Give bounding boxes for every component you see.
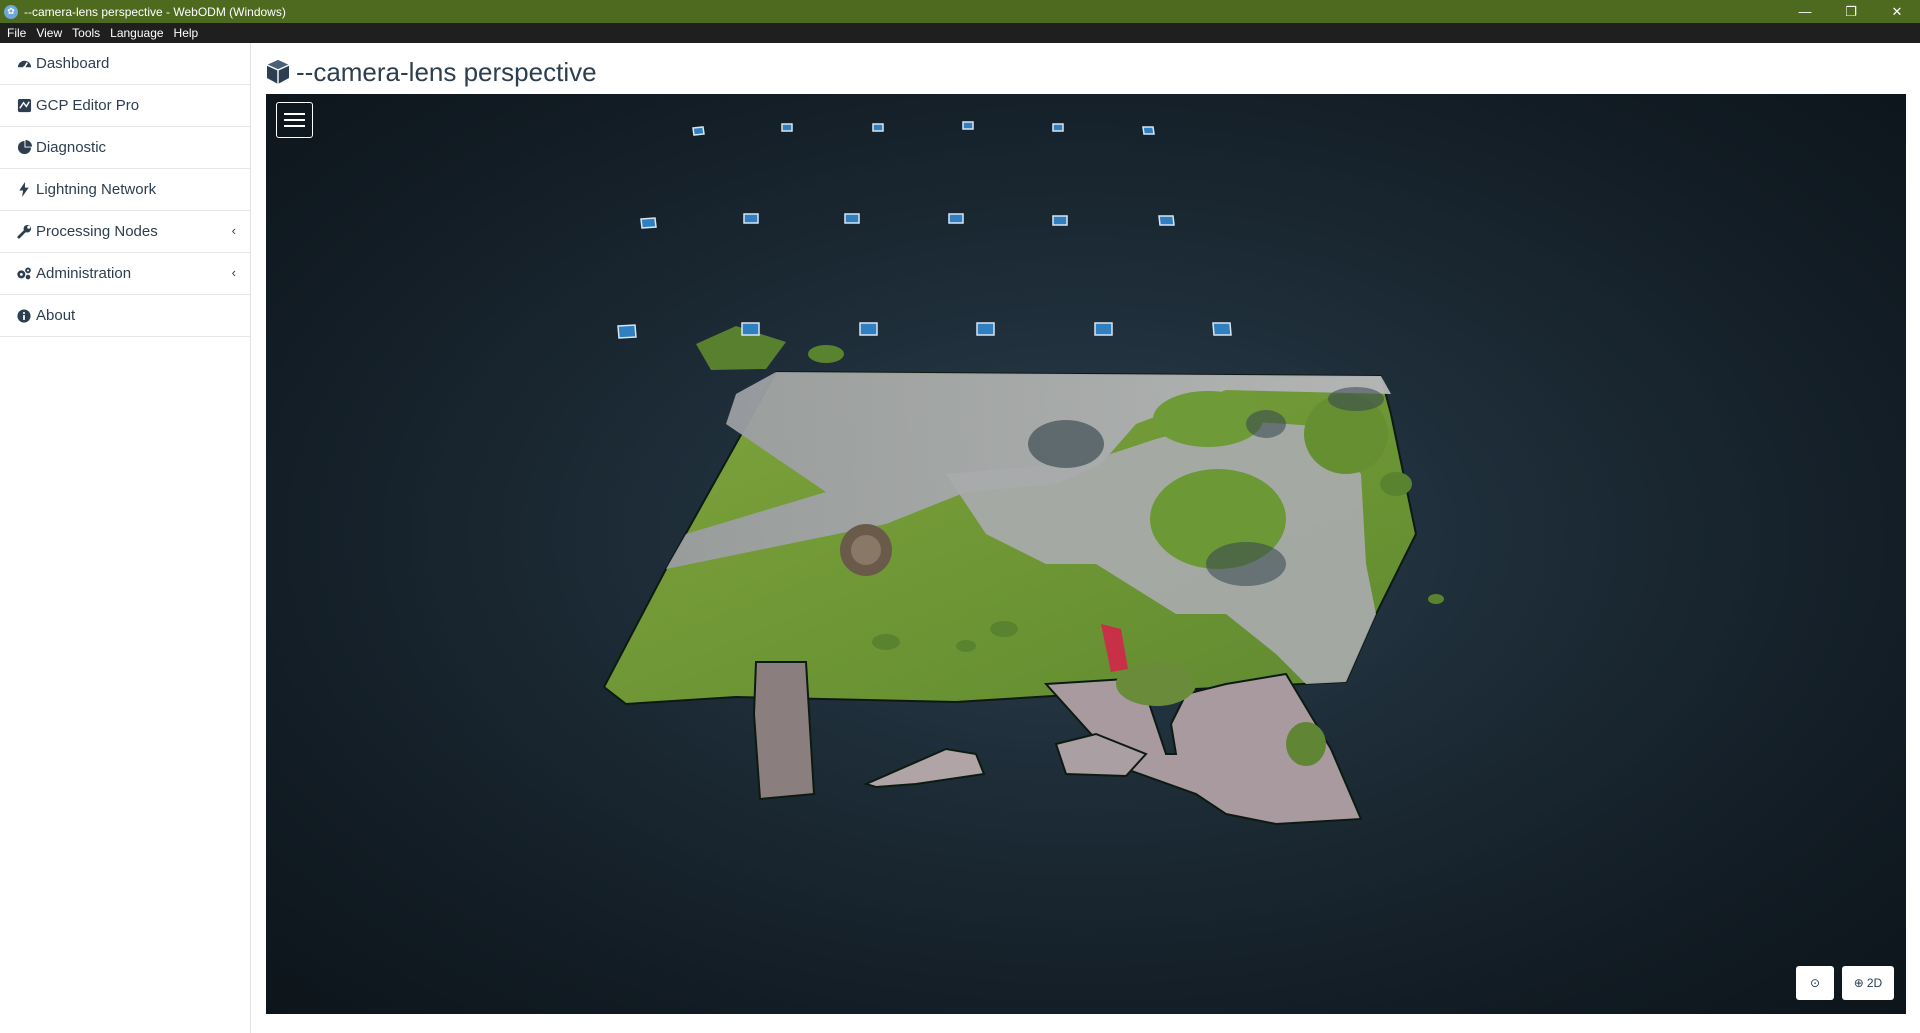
globe-icon: ⊕ xyxy=(1853,976,1864,990)
sidebar-item-label: Dashboard xyxy=(36,55,110,72)
sidebar-item-gcp-editor-pro[interactable]: GCP Editor Pro xyxy=(0,85,250,127)
sidebar-item-dashboard[interactable]: Dashboard xyxy=(0,43,250,85)
menu-view[interactable]: View xyxy=(31,26,67,40)
page-title: --camera-lens perspective xyxy=(296,56,597,87)
sidebar-item-about[interactable]: About xyxy=(0,295,250,337)
sidebar-item-label: Administration xyxy=(36,265,132,282)
menu-tools[interactable]: Tools xyxy=(67,26,105,40)
sidebar-item-label: GCP Editor Pro xyxy=(36,97,140,114)
menu-language[interactable]: Language xyxy=(105,26,168,40)
sidebar-item-label: Lightning Network xyxy=(36,181,157,198)
compass-button[interactable]: ⊙ xyxy=(1796,966,1834,1000)
webodm-app-icon: ✿ xyxy=(4,4,18,19)
close-button[interactable]: ✕ xyxy=(1874,0,1920,23)
window-title-bar: ✿ --camera-lens perspective - WebODM (Wi… xyxy=(0,0,1920,23)
sidebar-item-label: Diagnostic xyxy=(36,139,107,156)
pie-chart-icon xyxy=(16,140,32,156)
page-header: --camera-lens perspective xyxy=(264,55,597,89)
bolt-icon xyxy=(16,182,32,198)
minimize-button[interactable]: — xyxy=(1782,0,1828,23)
chevron-left-icon[interactable]: ‹ xyxy=(232,265,236,280)
switch-2d-label: 2D xyxy=(1866,976,1883,990)
sidebar-item-lightning-network[interactable]: Lightning Network xyxy=(0,169,250,211)
sidebar-item-label: Processing Nodes xyxy=(36,223,158,240)
menu-bar: File View Tools Language Help xyxy=(0,23,1920,43)
3d-viewer[interactable]: ⊙ ⊕ 2D xyxy=(266,94,1906,1014)
compass-icon: ⊙ xyxy=(1809,976,1821,990)
main-content: --camera-lens perspective ⊙ ⊕ 2D xyxy=(252,43,1920,1033)
menu-help[interactable]: Help xyxy=(169,26,204,40)
window-title: --camera-lens perspective - WebODM (Wind… xyxy=(24,4,286,19)
menu-file[interactable]: File xyxy=(2,26,31,40)
wrench-icon xyxy=(16,224,32,240)
restore-button[interactable]: ❐ xyxy=(1828,0,1874,23)
gcp-icon xyxy=(16,98,32,114)
sidebar-item-label: About xyxy=(36,307,76,324)
sidebar-item-processing-nodes[interactable]: Processing Nodes ‹ xyxy=(0,211,250,253)
cube-icon xyxy=(264,58,292,86)
camera-markers xyxy=(617,121,1232,339)
sidebar-item-diagnostic[interactable]: Diagnostic xyxy=(0,127,250,169)
sidebar: Dashboard GCP Editor Pro Diagnostic Ligh… xyxy=(0,43,251,1033)
chevron-left-icon[interactable]: ‹ xyxy=(232,223,236,238)
point-cloud-scene[interactable] xyxy=(266,94,1906,1014)
info-icon xyxy=(16,308,32,324)
dashboard-icon xyxy=(16,56,32,72)
sidebar-item-administration[interactable]: Administration ‹ xyxy=(0,253,250,295)
hamburger-icon xyxy=(284,109,305,131)
switch-2d-button[interactable]: ⊕ 2D xyxy=(1842,966,1894,1000)
gears-icon xyxy=(16,266,32,282)
viewer-menu-button[interactable] xyxy=(276,102,313,138)
